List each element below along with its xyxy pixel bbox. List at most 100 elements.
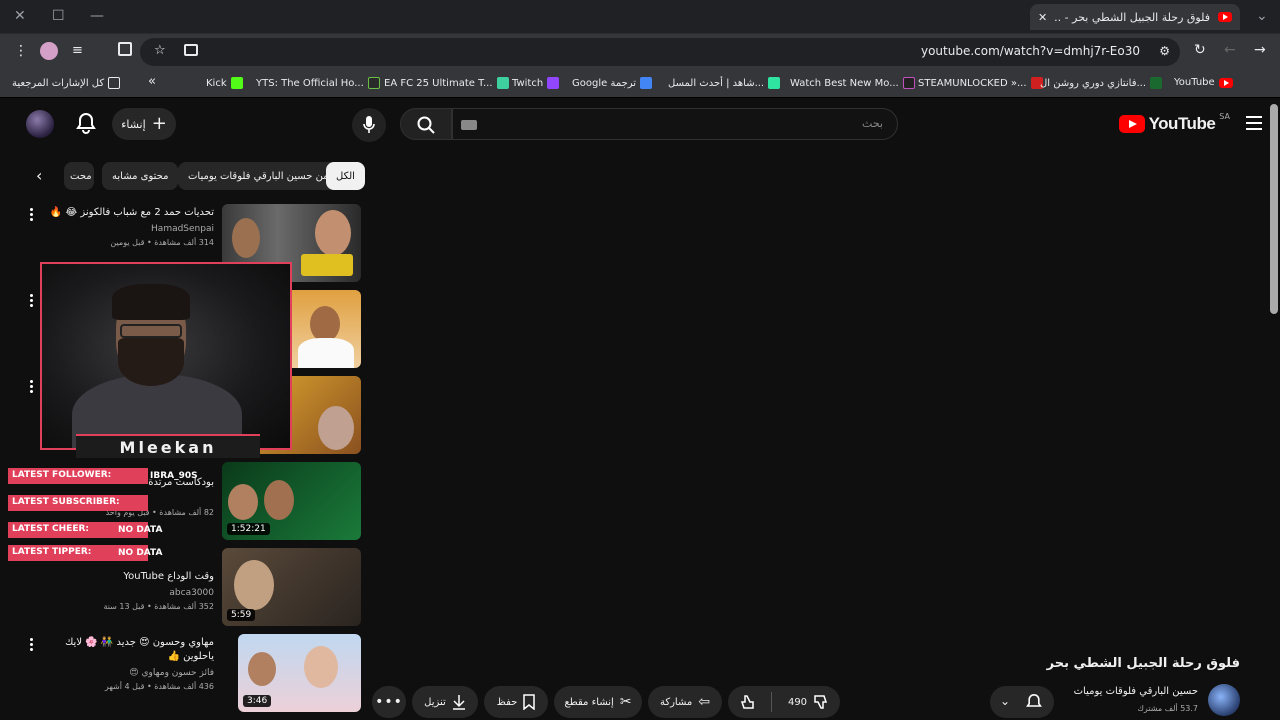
bookmark-eafc[interactable]: EA FC 25 Ultimate T... (384, 77, 509, 89)
chip-from-channel[interactable]: من حسين البارقي فلوقات يوميات (178, 162, 339, 190)
keyboard-icon[interactable] (461, 120, 477, 130)
create-label: إنشاء (121, 117, 146, 131)
search-icon (417, 116, 435, 134)
video-thumbnail[interactable]: 1:52:21 (222, 462, 361, 540)
more-actions-icon[interactable] (30, 638, 34, 653)
shahid-icon (768, 77, 781, 89)
omnibox[interactable]: ☆ youtube.com/watch?v=dmhj7r-Eo30 ⚙ (140, 38, 1180, 66)
more-actions-icon[interactable] (30, 208, 34, 223)
voice-search-button[interactable] (352, 108, 386, 142)
bookmark-yts[interactable]: YTS: The Official Ho... (256, 77, 380, 89)
video-thumbnail[interactable]: 5:59 (222, 548, 361, 626)
yts-icon (367, 77, 380, 89)
account-avatar[interactable] (26, 110, 54, 138)
bookmark-youtube[interactable]: YouTube (1174, 77, 1233, 88)
subscription-bell-button[interactable]: ⌄ (990, 686, 1054, 718)
bookmark-twitch[interactable]: Twitch (512, 77, 560, 89)
bell-icon (1026, 693, 1042, 707)
list-item[interactable]: 3:46 مهاوي وحسون 😍 جديد 👫 🌸 لايك ياحلوين… (0, 634, 370, 714)
plus-icon: + (151, 113, 167, 134)
maximize-window-icon[interactable]: ☐ (52, 8, 65, 24)
bookmark-watch-movies[interactable]: Watch Best New Mo... (790, 77, 915, 89)
profile-icon[interactable] (40, 42, 58, 60)
like-count: 490 (787, 696, 808, 708)
movies-icon (902, 77, 915, 89)
bookmark-shahid[interactable]: شاهد | أحدث المسل... (668, 77, 781, 89)
page-scrollbar[interactable] (1270, 104, 1278, 314)
save-button[interactable]: حفظ (484, 686, 548, 718)
close-window-icon[interactable]: ✕ (14, 8, 26, 24)
video-stats: 436 ألف مشاهدة • قبل 4 أشهر (104, 682, 214, 691)
channel-name: فائز حسون ومهاوي 😍 (129, 668, 214, 678)
download-icon (452, 695, 465, 710)
like-icon[interactable] (813, 694, 829, 710)
folder-icon (108, 77, 121, 89)
latest-follower-value: IBRA_90S (150, 471, 198, 481)
create-button[interactable]: إنشاء + (112, 108, 176, 140)
channel-name-main[interactable]: حسين البارقي فلوقات يوميات (1074, 686, 1198, 697)
youtube-wordmark: YouTube (1148, 114, 1216, 133)
latest-follower-label: LATEST FOLLOWER: (8, 468, 148, 484)
dislike-icon[interactable] (739, 694, 755, 710)
more-bookmarks-icon[interactable]: « (148, 74, 156, 89)
youtube-play-icon (1118, 115, 1145, 133)
kick-icon (230, 77, 243, 89)
latest-cheer-value: NO DATA (118, 525, 163, 535)
reload-icon[interactable]: ↻ (1194, 42, 1206, 58)
channel-name: HamadSenpai (151, 224, 214, 234)
extensions-icon[interactable] (118, 42, 132, 56)
video-duration: 5:59 (227, 609, 256, 621)
chip-similar[interactable]: محتوى مشابه (102, 162, 179, 190)
browser-tab-strip: ✕ ☐ — + فلوق رحلة الجبيل الشطي بحر - ...… (0, 0, 1280, 34)
bookmark-fantasy[interactable]: فانتازي دوري روشن ال... (1040, 77, 1163, 89)
youtube-favicon-icon (1218, 12, 1232, 22)
tab-title: فلوق رحلة الجبيل الشطي بحر - ... (1055, 10, 1210, 24)
close-tab-icon[interactable]: ✕ (1038, 11, 1047, 24)
search-button[interactable] (400, 108, 452, 140)
channel-name: abca3000 (169, 588, 214, 598)
install-app-icon[interactable] (184, 44, 198, 56)
youtube-icon (1218, 77, 1233, 88)
guide-menu-icon[interactable] (1246, 116, 1262, 134)
url-text: youtube.com/watch?v=dmhj7r-Eo30 (920, 44, 1140, 58)
video-thumbnail[interactable]: 3:46 (238, 634, 361, 712)
youtube-logo[interactable]: YouTube SA (1118, 111, 1230, 134)
chip-all[interactable]: الكل (326, 162, 365, 190)
all-bookmarks[interactable]: كل الإشارات المرجعية (12, 77, 121, 89)
search-input[interactable]: بحث (452, 108, 898, 140)
more-actions-icon[interactable] (30, 294, 34, 309)
eafc-icon (496, 77, 509, 89)
site-settings-icon[interactable]: ⚙ (1159, 44, 1170, 58)
country-code: SA (1219, 111, 1230, 121)
related-filter-chips: ‹ محت محتوى مشابه من حسين البارقي فلوقات… (36, 162, 366, 190)
video-duration: 3:46 (243, 695, 272, 707)
tab-search-icon[interactable]: ⌄ (1256, 8, 1268, 24)
save-label: حفظ (496, 696, 518, 708)
fantasy-icon (1150, 77, 1163, 89)
more-actions-icon[interactable] (30, 380, 34, 395)
download-button[interactable]: تنزيل (412, 686, 478, 718)
browser-tab-active[interactable]: فلوق رحلة الجبيل الشطي بحر - ... ✕ (1030, 4, 1240, 30)
minimize-window-icon[interactable]: — (90, 8, 104, 24)
translate-icon (640, 77, 653, 89)
channel-avatar[interactable] (1208, 684, 1240, 716)
media-icon[interactable]: ≡ (72, 43, 83, 58)
bookmark-google-translate[interactable]: Google ترجمة (572, 77, 653, 89)
notifications-bell-icon[interactable] (76, 112, 96, 134)
bookmarks-bar: كل الإشارات المرجعية « Kick YTS: The Off… (0, 70, 1280, 98)
bookmark-star-icon[interactable]: ☆ (154, 43, 166, 58)
bookmark-steamunlocked[interactable]: STEAMUNLOCKED »... (918, 77, 1043, 89)
clip-button[interactable]: إنشاء مقطع ✂ (554, 686, 642, 718)
share-icon: ⇦ (698, 694, 710, 710)
bookmark-kick[interactable]: Kick (206, 77, 243, 89)
twitch-icon (547, 77, 560, 89)
share-label: مشاركة (659, 696, 693, 708)
more-actions-button[interactable]: ••• (372, 686, 406, 718)
bookmark-icon (523, 694, 536, 710)
share-button[interactable]: مشاركة ⇦ (648, 686, 722, 718)
menu-icon[interactable]: ⋮ (14, 43, 28, 59)
chevron-left-icon[interactable]: ‹ (36, 166, 42, 185)
chip-partial[interactable]: محت (64, 162, 94, 190)
back-icon[interactable]: → (1254, 42, 1266, 58)
forward-icon[interactable]: ← (1224, 42, 1236, 58)
